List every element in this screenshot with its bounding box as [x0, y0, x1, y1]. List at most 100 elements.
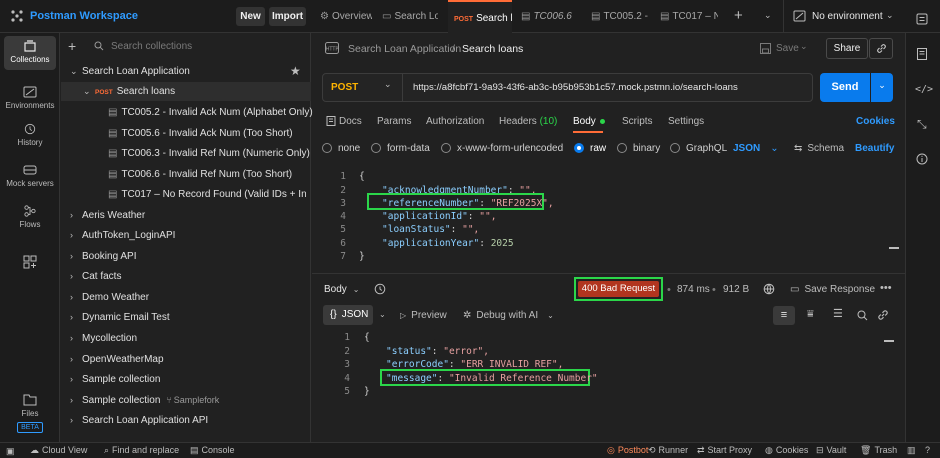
beautify-button[interactable]: Beautify	[855, 143, 894, 154]
body-type-raw[interactable]: raw	[574, 143, 606, 154]
console-button[interactable]: ▤ Console	[190, 445, 235, 456]
trash-button[interactable]: 🗑 Trash	[860, 445, 897, 456]
breadcrumb-parent[interactable]: Search Loan Application	[348, 43, 461, 55]
import-button[interactable]: Import	[269, 7, 306, 26]
layout-split-icon[interactable]: ▥	[907, 445, 916, 456]
list-icon[interactable]: ☰	[833, 307, 843, 320]
schema-button[interactable]: ⇆ Schema	[794, 143, 844, 154]
share-button[interactable]: Share	[826, 38, 868, 59]
network-globe-icon[interactable]	[763, 283, 775, 295]
debug-with-ai-button[interactable]: ✲ Debug with AI ⌄	[463, 310, 554, 321]
search-collections-input[interactable]: Search collections	[86, 36, 304, 56]
rail-add-modules[interactable]	[0, 255, 60, 272]
response-time[interactable]: 874 ms	[677, 284, 710, 295]
send-button[interactable]: Send	[820, 73, 870, 102]
method-select[interactable]: POST ⌄	[322, 73, 403, 102]
url-input[interactable]: https://a8fcbf71-9a93-43f6-ab3c-b95b953b…	[413, 82, 738, 93]
filter-icon[interactable]: ⩸	[807, 308, 814, 321]
rail-mock-servers[interactable]: Mock servers	[0, 164, 60, 188]
tab-headers[interactable]: Headers (10)	[499, 116, 557, 127]
tab-search-loans[interactable]: POST Search l	[448, 0, 512, 33]
more-options-icon[interactable]: •••	[880, 282, 892, 294]
tab-tc006-6[interactable]: ▤ TC006.6	[521, 0, 577, 33]
tab-params[interactable]: Params	[377, 116, 411, 127]
tab-tc005-2[interactable]: ▤ TC005.2 -	[591, 0, 649, 33]
runner-button[interactable]: ⟲ Runner	[648, 445, 688, 456]
wrap-lines-icon[interactable]: ≡	[773, 306, 795, 325]
cookies-link[interactable]: Cookies	[856, 116, 895, 127]
layout-icon[interactable]: ▣	[6, 446, 15, 457]
tree-request-search-loans[interactable]: ⌄ POST Search loans	[83, 86, 175, 97]
body-type-urlencoded[interactable]: x-www-form-urlencoded	[441, 143, 563, 154]
tree-collection[interactable]: › Sample collection ⑂ Samplefork	[70, 395, 219, 406]
tree-example-item[interactable]: ▤ TC005.2 - Invalid Ack Num (Alphabet Onl…	[108, 107, 313, 118]
rail-collections[interactable]: Collections	[4, 36, 56, 70]
tree-example-item[interactable]: ▤ TC006.6 - Invalid Ref Num (Too Short)	[108, 169, 292, 180]
environment-chevron-down-icon[interactable]: ⌄	[886, 10, 894, 21]
preview-button[interactable]: ▷ Preview	[400, 310, 447, 321]
tree-collection[interactable]: › Sample collection	[70, 374, 160, 385]
pane-divider[interactable]	[312, 273, 905, 274]
tree-collection[interactable]: › Search Loan Application API	[70, 415, 208, 426]
tree-collection[interactable]: › Mycollection	[70, 333, 137, 344]
tree-example-item[interactable]: ▤ TC006.3 - Invalid Ref Num (Numeric Only…	[108, 148, 310, 159]
rail-history[interactable]: History	[0, 123, 60, 147]
tree-collection[interactable]: › Demo Weather	[70, 292, 149, 303]
find-replace-button[interactable]: ⌕ Find and replace	[104, 445, 179, 456]
body-type-binary[interactable]: binary	[617, 143, 660, 154]
environment-selector[interactable]: No environment	[812, 11, 883, 22]
postbot-button[interactable]: ◎ Postbot	[607, 445, 648, 456]
new-button[interactable]: New	[236, 7, 265, 26]
tab-search-loan[interactable]: ▭ Search Lo	[382, 0, 438, 33]
tab-docs[interactable]: Docs	[339, 116, 362, 127]
tree-example-item[interactable]: ▤ TC005.6 - Invalid Ack Num (Too Short)	[108, 128, 293, 139]
status-badge[interactable]: 400 Bad Request	[578, 281, 659, 297]
link-icon[interactable]	[877, 309, 889, 321]
body-type-none[interactable]: none	[322, 143, 360, 154]
response-format-select[interactable]: {} JSON	[323, 305, 373, 325]
cookies-button[interactable]: ◍ Cookies	[765, 445, 808, 456]
notifications-icon[interactable]	[916, 13, 928, 25]
rail-files[interactable]: Files	[0, 393, 60, 418]
body-type-graphql[interactable]: GraphQL	[670, 143, 727, 154]
rail-environments[interactable]: Environments	[0, 86, 60, 110]
documentation-icon[interactable]	[916, 48, 928, 60]
tree-collection[interactable]: › Booking API	[70, 251, 136, 262]
send-options-chevron-down-icon[interactable]: ⌄	[871, 73, 893, 102]
tab-body[interactable]: Body	[573, 116, 605, 127]
search-icon[interactable]	[857, 310, 868, 321]
cloud-view-button[interactable]: ☁ Cloud View	[30, 445, 87, 456]
tree-root-collection[interactable]: ⌄ Search Loan Application	[70, 66, 190, 77]
tab-scripts[interactable]: Scripts	[622, 116, 653, 127]
save-response-button[interactable]: ▭ Save Response	[790, 284, 875, 295]
tree-example-item[interactable]: ▤ TC017 – No Record Found (Valid IDs + In…	[108, 189, 306, 200]
rail-flows[interactable]: Flows	[0, 205, 60, 229]
help-icon[interactable]: ?	[925, 445, 930, 455]
response-body-tab[interactable]: Body ⌄	[324, 284, 360, 295]
tree-collection[interactable]: › Dynamic Email Test	[70, 312, 170, 323]
related-collections-icon[interactable]: ⤡	[917, 117, 927, 132]
tree-collection[interactable]: › Aeris Weather	[70, 210, 145, 221]
save-button[interactable]: Save	[776, 43, 799, 54]
tab-tc017[interactable]: ▤ TC017 – N	[660, 0, 718, 33]
tab-settings[interactable]: Settings	[668, 116, 704, 127]
tab-overview[interactable]: ⚙ Overview	[320, 0, 372, 33]
language-select[interactable]: JSON ⌄	[733, 143, 779, 154]
tree-collection[interactable]: › AuthToken_LoginAPI	[70, 230, 175, 241]
tree-collection[interactable]: › OpenWeatherMap	[70, 354, 164, 365]
tab-authorization[interactable]: Authorization	[426, 116, 484, 127]
code-snippet-icon[interactable]: </>	[915, 84, 933, 95]
add-collection-plus-icon[interactable]: +	[68, 38, 76, 54]
workspace-name[interactable]: Postman Workspace	[30, 10, 138, 22]
star-icon[interactable]: ★	[290, 64, 301, 78]
copy-link-button[interactable]	[869, 38, 893, 59]
body-type-form-data[interactable]: form-data	[371, 143, 430, 154]
start-proxy-button[interactable]: ⇄ Start Proxy	[697, 445, 752, 456]
tabs-chevron-down-icon[interactable]: ⌄	[764, 10, 772, 21]
tree-collection[interactable]: › Cat facts	[70, 271, 121, 282]
format-chevron-down-icon[interactable]: ⌄	[379, 310, 386, 319]
info-icon[interactable]	[916, 153, 928, 165]
response-size[interactable]: 912 B	[723, 284, 749, 295]
save-chevron-down-icon[interactable]: ⌄	[800, 41, 808, 52]
new-tab-plus-icon[interactable]: +	[734, 7, 743, 24]
